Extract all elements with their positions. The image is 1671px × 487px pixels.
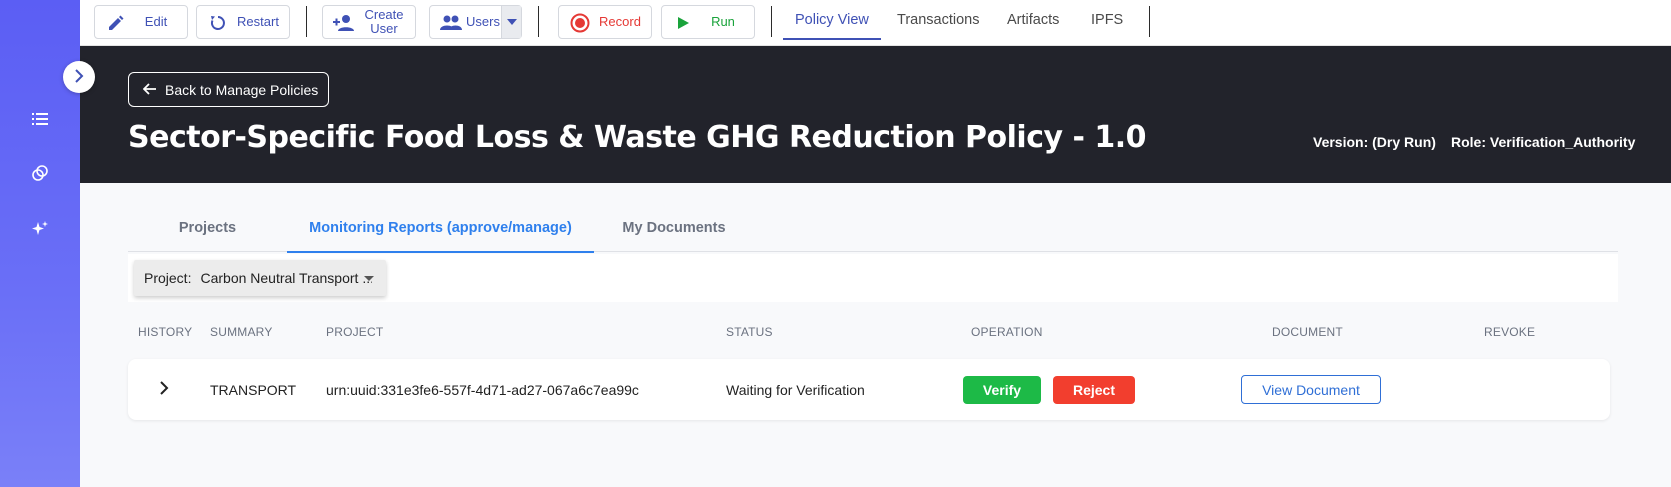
back-to-manage-policies-button[interactable]: Back to Manage Policies	[128, 72, 329, 107]
toolbar-divider	[306, 6, 307, 37]
project-filter-select[interactable]: Project: Carbon Neutral Transport ...	[134, 260, 386, 296]
project-filter-label: Project:	[144, 270, 192, 286]
chevron-right-icon	[159, 380, 169, 399]
user-role: Role: Verification_Authority	[1451, 134, 1636, 150]
policy-version: Version: (Dry Run)	[1313, 134, 1436, 150]
filter-bar: Project: Carbon Neutral Transport ...	[128, 254, 1618, 302]
create-user-button[interactable]: Create User	[322, 5, 416, 39]
toolbar-divider	[771, 6, 772, 37]
sidebar-toggle-button[interactable]	[63, 61, 95, 93]
record-icon	[569, 12, 591, 34]
row-project-id: urn:uuid:331e3fe6-557f-4d71-ad27-067a6c7…	[326, 381, 639, 398]
verify-button[interactable]: Verify	[963, 376, 1041, 404]
record-label: Record	[599, 14, 641, 29]
main-content: Projects Monitoring Reports (approve/man…	[80, 183, 1671, 487]
tab-transactions[interactable]: Transactions	[897, 0, 979, 40]
edit-label: Edit	[144, 14, 168, 29]
policy-header: Back to Manage Policies Sector-Specific …	[80, 46, 1671, 183]
project-filter-value: Carbon Neutral Transport ...	[200, 270, 373, 286]
add-user-icon	[333, 12, 355, 34]
tab-policy-view[interactable]: Policy View	[783, 0, 881, 40]
tab-projects[interactable]: Projects	[128, 203, 287, 252]
tab-artifacts[interactable]: Artifacts	[1007, 0, 1059, 40]
tab-ipfs[interactable]: IPFS	[1091, 0, 1123, 40]
tab-monitoring-reports[interactable]: Monitoring Reports (approve/manage)	[287, 203, 594, 253]
list-icon[interactable]	[28, 107, 52, 131]
create-user-label-1: Create	[364, 7, 404, 22]
tokens-icon[interactable]	[28, 161, 52, 185]
column-header-revoke: REVOKE	[1484, 325, 1536, 339]
view-document-button[interactable]: View Document	[1241, 375, 1381, 404]
arrow-left-icon	[142, 82, 157, 98]
chevron-right-icon	[73, 68, 85, 87]
pencil-icon	[105, 12, 127, 34]
edit-button[interactable]: Edit	[94, 5, 188, 39]
restart-label: Restart	[237, 14, 279, 29]
app-root: Edit Restart Create User Users Record Ru…	[0, 0, 1671, 487]
chevron-down-icon[interactable]	[501, 6, 521, 38]
toolbar-divider	[1149, 6, 1150, 37]
toolbar: Edit Restart Create User Users Record Ru…	[80, 0, 1671, 46]
run-button[interactable]: Run	[661, 5, 755, 39]
users-icon	[440, 12, 462, 34]
expand-history-button[interactable]	[154, 379, 174, 399]
run-label: Run	[711, 14, 735, 29]
users-label: Users	[466, 14, 500, 29]
column-header-history: HISTORY	[138, 325, 193, 339]
column-header-operation: OPERATION	[971, 325, 1043, 339]
table-row: TRANSPORT urn:uuid:331e3fe6-557f-4d71-ad…	[128, 359, 1610, 420]
play-icon	[672, 12, 694, 34]
restart-icon	[207, 12, 229, 34]
reject-button[interactable]: Reject	[1053, 376, 1135, 404]
column-header-document: DOCUMENT	[1272, 325, 1343, 339]
toolbar-divider	[538, 6, 539, 37]
document-tabs: Projects Monitoring Reports (approve/man…	[128, 203, 1618, 253]
column-header-project: PROJECT	[326, 325, 384, 339]
restart-button[interactable]: Restart	[196, 5, 290, 39]
caret-down-icon	[364, 276, 374, 281]
page-title: Sector-Specific Food Loss & Waste GHG Re…	[128, 120, 1147, 155]
tab-my-documents[interactable]: My Documents	[594, 203, 754, 252]
column-header-summary: SUMMARY	[210, 325, 273, 339]
create-user-label-2: User	[370, 21, 398, 36]
users-dropdown[interactable]: Users	[429, 5, 522, 39]
back-label: Back to Manage Policies	[165, 81, 319, 98]
row-summary: TRANSPORT	[210, 381, 297, 398]
row-status: Waiting for Verification	[726, 381, 865, 398]
sparkle-icon[interactable]	[28, 217, 52, 241]
record-button[interactable]: Record	[558, 5, 652, 39]
column-header-status: STATUS	[726, 325, 773, 339]
